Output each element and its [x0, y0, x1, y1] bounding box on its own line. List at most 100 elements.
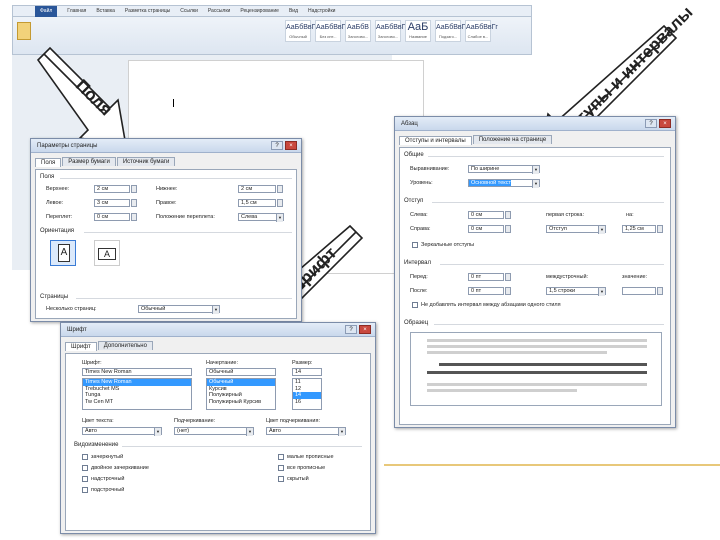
style-list[interactable]: Обычный Курсив Полужирный Полужирный Кур…: [206, 378, 276, 410]
color-select[interactable]: Авто ▼: [82, 427, 162, 436]
line-spacing-select[interactable]: 1,5 строки ▼: [546, 287, 606, 296]
by-field[interactable]: 1,25 см: [622, 225, 656, 233]
subscript-checkbox[interactable]: [82, 487, 88, 493]
size-list[interactable]: 11 12 14 16: [292, 378, 322, 410]
tab-indents-spacing[interactable]: Отступы и интервалы: [399, 136, 472, 145]
chevron-down-icon: ▼: [246, 428, 253, 436]
first-line-value: Отступ: [549, 226, 567, 232]
top-margin-spinner[interactable]: [131, 185, 137, 193]
close-icon[interactable]: ×: [359, 325, 371, 334]
size-field[interactable]: 14: [292, 368, 322, 376]
indent-right-field[interactable]: 0 см: [468, 225, 504, 233]
group-fields: Поля: [40, 174, 55, 180]
list-item[interactable]: Tw Cen MT: [85, 399, 191, 406]
preview-line: [439, 363, 647, 366]
right-label: Правое:: [156, 200, 177, 206]
group-indent: Отступ: [404, 198, 424, 204]
group-orientation: Ориентация: [40, 228, 75, 234]
bottom-margin-spinner[interactable]: [277, 185, 283, 193]
left-margin-field[interactable]: 3 см: [94, 199, 130, 207]
hidden-checkbox[interactable]: [278, 476, 284, 482]
double-strike-checkbox[interactable]: [82, 465, 88, 471]
tab-advanced[interactable]: Дополнительно: [97, 341, 153, 350]
group-general: Общие: [404, 152, 424, 158]
help-button[interactable]: ?: [645, 119, 657, 128]
multiple-pages-label: Несколько страниц:: [46, 306, 97, 312]
divider: [122, 446, 362, 447]
first-line-select[interactable]: Отступ ▼: [546, 225, 606, 234]
indent-left-spinner[interactable]: [505, 211, 511, 219]
indent-left-label: Слева:: [410, 212, 428, 218]
superscript-checkbox[interactable]: [82, 476, 88, 482]
after-label: После:: [410, 288, 428, 294]
before-spinner[interactable]: [505, 273, 511, 281]
all-caps-checkbox[interactable]: [278, 465, 284, 471]
gutter-pos-select[interactable]: Слева ▼: [238, 213, 284, 222]
multiple-pages-select[interactable]: Обычный ▼: [138, 305, 220, 314]
top-margin-field[interactable]: 2 см: [94, 185, 130, 193]
dialog-titlebar: Абзац ? ×: [395, 117, 675, 131]
value-field[interactable]: [622, 287, 656, 295]
group-pages: Страницы: [40, 294, 69, 300]
group-interval: Интервал: [404, 260, 431, 266]
tab-paper-size[interactable]: Размер бумаги: [62, 157, 116, 166]
right-margin-spinner[interactable]: [277, 199, 283, 207]
landscape-option[interactable]: A: [94, 240, 120, 266]
underline-label: Подчеркивание:: [174, 418, 216, 424]
by-spinner[interactable]: [657, 225, 663, 233]
level-select[interactable]: Основной текст ▼: [468, 179, 540, 188]
bottom-margin-field[interactable]: 2 см: [238, 185, 276, 193]
help-button[interactable]: ?: [345, 325, 357, 334]
dialog-title: Параметры страницы: [37, 143, 98, 149]
superscript-label: надстрочный: [91, 476, 125, 482]
preview-line: [427, 339, 647, 342]
help-button[interactable]: ?: [271, 141, 283, 150]
font-field[interactable]: Times New Roman: [82, 368, 192, 376]
divider: [84, 232, 292, 233]
divider: [60, 178, 292, 179]
chevron-down-icon: ▼: [598, 288, 605, 296]
chevron-down-icon: ▼: [532, 166, 539, 174]
mirror-label: Зеркальные отступы: [421, 242, 475, 248]
chevron-down-icon: ▼: [276, 214, 283, 222]
portrait-option[interactable]: A: [50, 240, 76, 266]
tab-margins[interactable]: Поля: [35, 158, 62, 167]
divider: [432, 202, 664, 203]
tab-paper-source[interactable]: Источник бумаги: [116, 157, 176, 166]
right-margin-field[interactable]: 1,5 см: [238, 199, 276, 207]
line-spacing-label: междустрочный:: [546, 274, 589, 280]
close-icon[interactable]: ×: [285, 141, 297, 150]
tab-line-page-breaks[interactable]: Положение на странице: [472, 135, 553, 144]
mirror-checkbox[interactable]: [412, 242, 418, 248]
divider: [76, 298, 292, 299]
before-field[interactable]: 0 пт: [468, 273, 504, 281]
value-spinner[interactable]: [657, 287, 663, 295]
underline-color-select[interactable]: Авто ▼: [266, 427, 346, 436]
no-space-checkbox[interactable]: [412, 302, 418, 308]
after-field[interactable]: 0 пт: [468, 287, 504, 295]
slide-accent-line: [384, 464, 720, 466]
alignment-select[interactable]: По ширине ▼: [468, 165, 540, 174]
before-label: Перед:: [410, 274, 428, 280]
indent-right-spinner[interactable]: [505, 225, 511, 233]
strikethrough-checkbox[interactable]: [82, 454, 88, 460]
gutter-spinner[interactable]: [131, 213, 137, 221]
gutter-field[interactable]: 0 см: [94, 213, 130, 221]
underline-color-value: Авто: [269, 428, 281, 434]
after-spinner[interactable]: [505, 287, 511, 295]
tab-font[interactable]: Шрифт: [65, 342, 97, 351]
style-field[interactable]: Обычный: [206, 368, 276, 376]
subscript-label: подстрочный: [91, 487, 125, 493]
close-icon[interactable]: ×: [659, 119, 671, 128]
underline-select[interactable]: (нет) ▼: [174, 427, 254, 436]
dialog-title: Абзац: [401, 121, 418, 127]
indent-right-label: Справа:: [410, 226, 431, 232]
chevron-down-icon: ▼: [598, 226, 605, 234]
small-caps-checkbox[interactable]: [278, 454, 284, 460]
list-item[interactable]: Полужирный Курсив: [209, 399, 275, 406]
left-margin-spinner[interactable]: [131, 199, 137, 207]
indent-left-field[interactable]: 0 см: [468, 211, 504, 219]
font-list[interactable]: Times New Roman Trebuchet MS Tunga Tw Ce…: [82, 378, 192, 410]
list-item[interactable]: 16: [295, 399, 321, 406]
hidden-label: скрытый: [287, 476, 309, 482]
